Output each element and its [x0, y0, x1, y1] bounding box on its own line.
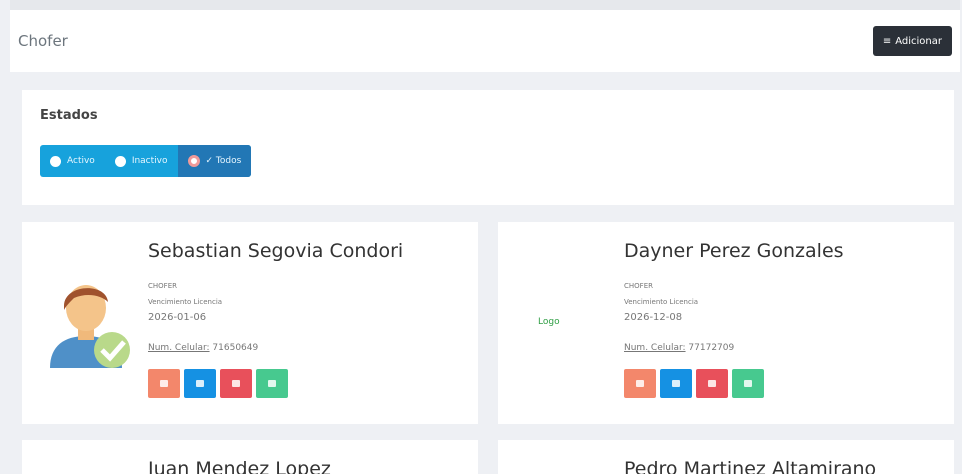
toggle-todos[interactable]: ✓ Todos [177, 145, 252, 177]
toggle-label: Activo [67, 156, 95, 166]
edit-button[interactable] [148, 369, 180, 398]
phone-number: 77172709 [688, 343, 735, 353]
radio-selected-icon [187, 155, 200, 167]
toggle-label: ✓ Todos [205, 156, 242, 166]
delete-button[interactable] [220, 369, 252, 398]
view-icon [672, 380, 680, 387]
edit-icon [160, 380, 168, 387]
driver-role: CHOFER [624, 282, 653, 290]
driver-role: CHOFER [148, 282, 177, 290]
license-label: Vencimiento Licencia [148, 298, 223, 306]
license-label: Vencimiento Licencia [624, 298, 699, 306]
estado-toggle-group: Activo Inactivo ✓ Todos [40, 145, 252, 177]
driver-info: Juan Mendez Lopez [148, 458, 331, 474]
driver-info: Pedro Martinez Altamirano [624, 458, 876, 474]
toggle-inactivo[interactable]: Inactivo [105, 145, 178, 177]
phone-label: Num. Celular: [148, 343, 210, 353]
broken-image-icon: Logo [538, 317, 560, 327]
phone-row: Num. Celular: 71650649 [148, 343, 403, 353]
card-actions [148, 369, 403, 398]
check-icon [268, 380, 276, 387]
driver-avatar-icon [50, 285, 130, 368]
driver-card: Logo Dayner Perez Gonzales CHOFER Vencim… [498, 222, 954, 424]
view-icon [196, 380, 204, 387]
delete-icon [232, 380, 240, 387]
phone-label: Num. Celular: [624, 343, 686, 353]
driver-card: Juan Mendez Lopez [22, 440, 478, 474]
driver-card: Pedro Martinez Altamirano [498, 440, 954, 474]
list-icon: ≡ [882, 35, 892, 47]
driver-name: Pedro Martinez Altamirano [624, 458, 877, 474]
driver-info: Sebastian Segovia Condori CHOFER Vencimi… [148, 240, 403, 398]
driver-name: Dayner Perez Gonzales [624, 240, 844, 262]
toggle-activo[interactable]: Activo [40, 145, 105, 177]
add-button[interactable]: ≡ Adicionar [872, 26, 952, 56]
driver-card: Sebastian Segovia Condori CHOFER Vencimi… [22, 222, 478, 424]
view-button[interactable] [184, 369, 216, 398]
top-strip [10, 0, 960, 10]
delete-icon [708, 380, 716, 387]
phone-row: Num. Celular: 77172709 [624, 343, 844, 353]
radio-icon [114, 155, 126, 167]
page-title: Chofer [18, 32, 68, 50]
driver-info: Dayner Perez Gonzales CHOFER Vencimiento… [624, 240, 844, 398]
view-button[interactable] [660, 369, 692, 398]
license-date: 2026-12-08 [624, 312, 683, 323]
delete-button[interactable] [696, 369, 728, 398]
page-header: Chofer ≡ Adicionar [10, 10, 960, 72]
approve-button[interactable] [256, 369, 288, 398]
license-date: 2026-01-06 [148, 312, 207, 323]
edit-icon [636, 380, 644, 387]
estados-panel: Estados Activo Inactivo ✓ Todos [22, 90, 954, 205]
edit-button[interactable] [624, 369, 656, 398]
driver-name: Juan Mendez Lopez [148, 458, 331, 474]
card-actions [624, 369, 844, 398]
phone-number: 71650649 [212, 343, 259, 353]
radio-icon [50, 155, 61, 167]
driver-name: Sebastian Segovia Condori [148, 240, 404, 262]
approve-button[interactable] [732, 369, 764, 398]
check-icon [744, 380, 752, 387]
estados-label: Estados [40, 108, 98, 123]
toggle-label: Inactivo [131, 156, 168, 166]
add-button-label: Adicionar [895, 35, 942, 47]
